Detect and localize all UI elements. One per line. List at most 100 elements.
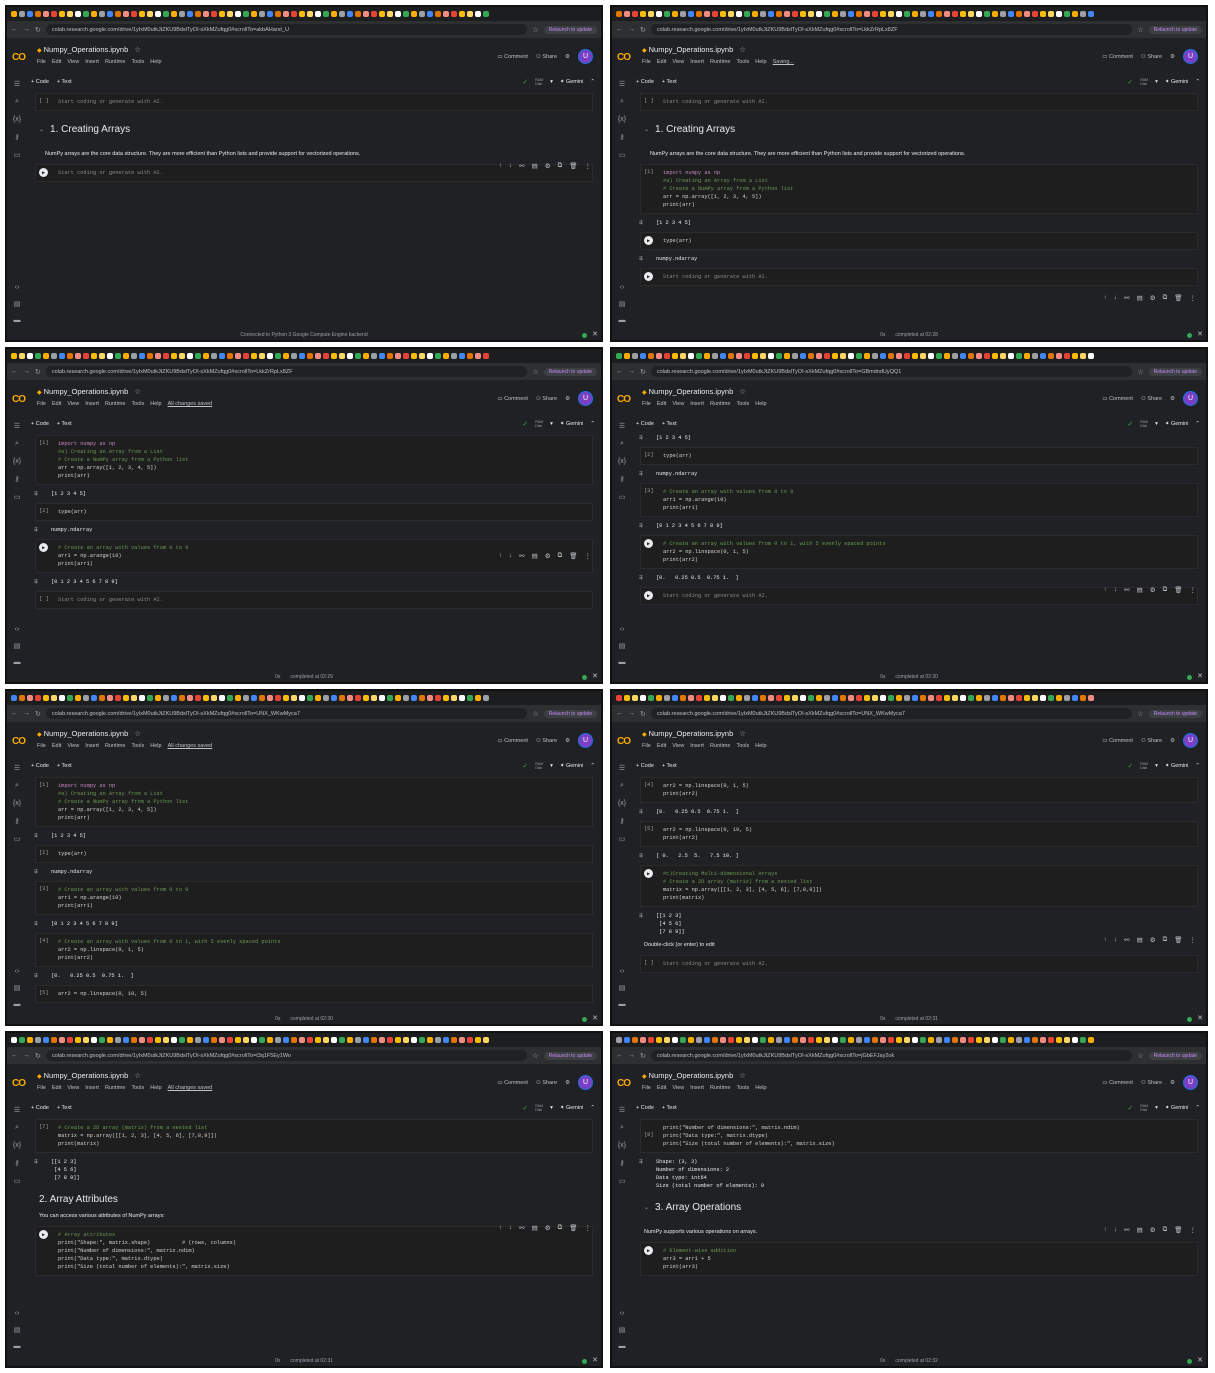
delete-icon[interactable]: 🗑	[569, 552, 577, 560]
browser-tab-favicon[interactable]	[163, 11, 169, 17]
reload-icon[interactable]: ↻	[640, 26, 646, 34]
browser-tab-favicon[interactable]	[267, 11, 273, 17]
browser-tab-favicon[interactable]	[680, 353, 686, 359]
browser-tab-favicon[interactable]	[315, 353, 321, 359]
code-editor[interactable]: [ ] Start coding or generate with AI.	[35, 591, 593, 609]
search-icon[interactable]: ⌕	[620, 98, 624, 106]
browser-tab-favicon[interactable]	[728, 353, 734, 359]
browser-tab-favicon[interactable]	[912, 695, 918, 701]
command-palette-icon[interactable]: ▤	[14, 984, 21, 992]
command-palette-icon[interactable]: ▤	[619, 984, 626, 992]
browser-tab-favicon[interactable]	[968, 11, 974, 17]
browser-tab-favicon[interactable]	[27, 11, 33, 17]
browser-tab-favicon[interactable]	[67, 1037, 73, 1043]
browser-tab-favicon[interactable]	[768, 695, 774, 701]
browser-tab-favicon[interactable]	[928, 11, 934, 17]
browser-tab-favicon[interactable]	[848, 11, 854, 17]
browser-tab-favicon[interactable]	[888, 11, 894, 17]
browser-tab-favicon[interactable]	[792, 353, 798, 359]
browser-tab-favicon[interactable]	[203, 11, 209, 17]
browser-tab-favicon[interactable]	[395, 353, 401, 359]
browser-tab-favicon[interactable]	[115, 695, 121, 701]
browser-tab-favicon[interactable]	[403, 1037, 409, 1043]
toc-icon[interactable]: ☰	[14, 1106, 20, 1114]
browser-tab-favicon[interactable]	[936, 695, 942, 701]
browser-tab-favicon[interactable]	[355, 11, 361, 17]
browser-tab-favicon[interactable]	[912, 353, 918, 359]
browser-tab-favicon[interactable]	[443, 1037, 449, 1043]
browser-tab-favicon[interactable]	[115, 353, 121, 359]
browser-tab-favicon[interactable]	[155, 1037, 161, 1043]
variables-icon[interactable]: {x}	[618, 800, 626, 807]
back-icon[interactable]: ←	[616, 1052, 623, 1059]
browser-tab-favicon[interactable]	[371, 695, 377, 701]
browser-tab-favicon[interactable]	[792, 695, 798, 701]
toc-icon[interactable]: ☰	[619, 1106, 625, 1114]
browser-tab-favicon[interactable]	[816, 353, 822, 359]
link-icon[interactable]: ⚯	[1124, 936, 1129, 944]
menu-item[interactable]: Edit	[657, 743, 666, 749]
variables-icon[interactable]: {x}	[13, 116, 21, 123]
settings-gear-icon[interactable]: ⚙	[565, 396, 570, 402]
browser-tab-favicon[interactable]	[203, 695, 209, 701]
browser-tab-favicon[interactable]	[275, 353, 281, 359]
browser-tab-favicon[interactable]	[427, 11, 433, 17]
browser-tab-favicon[interactable]	[11, 11, 17, 17]
browser-tab-favicon[interactable]	[307, 11, 313, 17]
browser-tab-favicon[interactable]	[275, 1037, 281, 1043]
browser-tab-favicon[interactable]	[704, 353, 710, 359]
notebook-title[interactable]: ◆ Numpy_Operations.ipynb ☆	[642, 387, 746, 396]
code-editor[interactable]: ▶ # Create an array with values from 0 to…	[640, 535, 1198, 569]
menu-item[interactable]: View	[672, 743, 684, 749]
browser-tab-favicon[interactable]	[467, 1037, 473, 1043]
browser-tab-favicon[interactable]	[187, 11, 193, 17]
browser-tab-favicon[interactable]	[139, 11, 145, 17]
relaunch-button[interactable]: Relaunch to update	[1148, 709, 1202, 718]
browser-tab-favicon[interactable]	[211, 353, 217, 359]
browser-tab-favicon[interactable]	[251, 1037, 257, 1043]
browser-tab-favicon[interactable]	[131, 695, 137, 701]
browser-tab-favicon[interactable]	[363, 353, 369, 359]
runtime-dropdown-icon[interactable]: ▾	[550, 763, 553, 769]
run-cell-button[interactable]: ▶	[644, 539, 653, 548]
browser-tab-strip[interactable]	[7, 1033, 601, 1047]
notebook-title[interactable]: ◆ Numpy_Operations.ipynb ☆	[37, 1071, 141, 1080]
browser-tab-favicon[interactable]	[936, 11, 942, 17]
browser-tab-favicon[interactable]	[872, 695, 878, 701]
browser-tab-favicon[interactable]	[195, 11, 201, 17]
notebook-title-text[interactable]: Numpy_Operations.ipynb	[649, 729, 734, 738]
browser-tab-favicon[interactable]	[179, 1037, 185, 1043]
browser-tab-favicon[interactable]	[632, 1037, 638, 1043]
code-snippets-icon[interactable]: ‹›	[620, 968, 625, 975]
browser-tab-favicon[interactable]	[936, 1037, 942, 1043]
browser-tab-favicon[interactable]	[872, 1037, 878, 1043]
code-editor[interactable]: ▶ type(arr)	[640, 232, 1198, 250]
browser-tab-favicon[interactable]	[315, 695, 321, 701]
avatar[interactable]: U	[1183, 1075, 1198, 1090]
browser-tab-favicon[interactable]	[1016, 1037, 1022, 1043]
browser-tab-favicon[interactable]	[419, 353, 425, 359]
close-status-icon[interactable]: ✕	[1197, 330, 1203, 338]
browser-tab-favicon[interactable]	[656, 1037, 662, 1043]
url-field[interactable]: colab.research.google.com/drive/1yIxM0ut…	[45, 708, 528, 719]
notebook-title-text[interactable]: Numpy_Operations.ipynb	[649, 1071, 734, 1080]
browser-tab-favicon[interactable]	[968, 353, 974, 359]
menu-item[interactable]: File	[642, 743, 651, 749]
browser-tab-favicon[interactable]	[720, 11, 726, 17]
browser-tab-favicon[interactable]	[784, 11, 790, 17]
browser-tab-favicon[interactable]	[139, 1037, 145, 1043]
link-icon[interactable]: ⚯	[1124, 1226, 1129, 1234]
forward-icon[interactable]: →	[628, 1052, 635, 1059]
browser-tab-favicon[interactable]	[784, 353, 790, 359]
browser-tab-favicon[interactable]	[672, 353, 678, 359]
browser-tab-favicon[interactable]	[275, 11, 281, 17]
run-cell-button[interactable]: ▶	[39, 168, 48, 177]
browser-tab-favicon[interactable]	[728, 1037, 734, 1043]
browser-tab-favicon[interactable]	[19, 1037, 25, 1043]
search-icon[interactable]: ⌕	[15, 1124, 19, 1132]
browser-tab-favicon[interactable]	[147, 1037, 153, 1043]
url-field[interactable]: colab.research.google.com/drive/1yIxM0ut…	[650, 24, 1133, 35]
share-button[interactable]: ⚇ Share	[536, 738, 557, 744]
move-up-icon[interactable]: ↑	[499, 162, 502, 170]
browser-tab-favicon[interactable]	[379, 1037, 385, 1043]
